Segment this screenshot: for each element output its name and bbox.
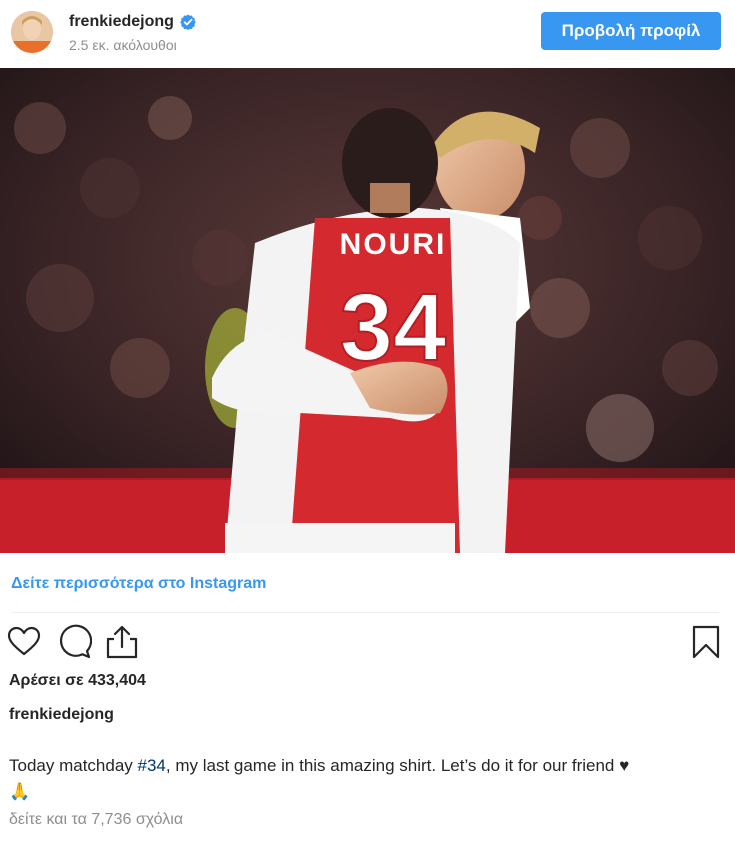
share-icon[interactable] bbox=[104, 624, 140, 660]
post-caption: Today matchday #34, my last game in this… bbox=[9, 753, 724, 805]
comment-icon[interactable] bbox=[56, 624, 93, 660]
caption-text-start: Today matchday bbox=[9, 756, 138, 775]
heart-icon[interactable] bbox=[6, 624, 42, 660]
divider bbox=[11, 612, 719, 613]
post-photo[interactable]: NOURI 34 bbox=[0, 68, 735, 553]
username-text[interactable]: frenkiedejong bbox=[69, 13, 174, 31]
jersey-name: NOURI bbox=[340, 228, 447, 261]
view-profile-button[interactable]: Προβολή προφίλ bbox=[541, 12, 721, 50]
post-image: NOURI 34 bbox=[0, 68, 735, 553]
bookmark-icon[interactable] bbox=[688, 624, 724, 660]
caption-text-end: , my last game in this amazing shirt. Le… bbox=[165, 756, 630, 775]
followers-count: 2.5 εκ. ακόλουθοι bbox=[69, 37, 177, 53]
username[interactable]: frenkiedejong bbox=[69, 13, 196, 31]
verified-badge-icon bbox=[180, 14, 196, 31]
avatar[interactable] bbox=[11, 11, 53, 53]
post-header: frenkiedejong 2.5 εκ. ακόλουθοι Προβολή … bbox=[0, 0, 735, 68]
see-more-instagram-link[interactable]: Δείτε περισσότερα στο Instagram bbox=[11, 575, 266, 593]
hashtag-link[interactable]: #34 bbox=[138, 756, 166, 775]
caption-username[interactable]: frenkiedejong bbox=[9, 706, 114, 724]
likes-count[interactable]: Αρέσει σε 433,404 bbox=[9, 672, 146, 690]
action-bar bbox=[0, 620, 735, 664]
view-comments-link[interactable]: δείτε και τα 7,736 σχόλια bbox=[9, 811, 183, 829]
praying-hands-icon: 🙏 bbox=[9, 782, 31, 801]
